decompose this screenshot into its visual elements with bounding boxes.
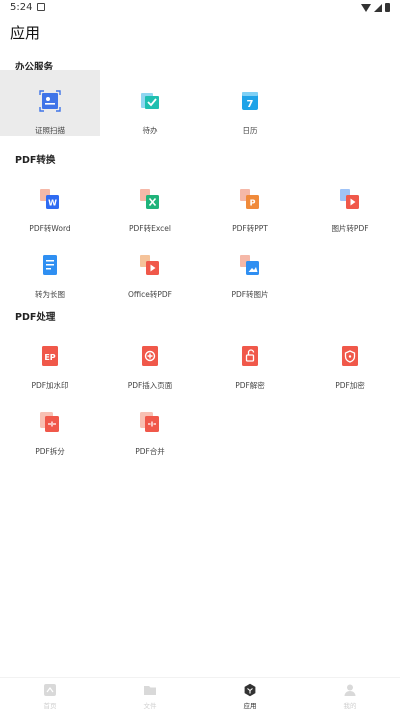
section-title-pdf-process: PDF处理 [15, 312, 56, 323]
pdf-watermark-icon: EP [42, 346, 58, 366]
image-to-pdf-icon [340, 189, 359, 209]
tool-pdf-to-word[interactable]: W PDF转Word [0, 168, 100, 234]
tool-label: PDF转图片 [231, 290, 269, 299]
folder-icon [144, 686, 156, 695]
tool-label: 日历 [242, 126, 258, 135]
pdf-to-word-icon: W [40, 189, 59, 209]
tool-pdf-to-ppt[interactable]: P PDF转PPT [200, 168, 300, 234]
tool-pdf-merge[interactable]: PDF合并 [100, 391, 200, 457]
tool-to-long-image[interactable]: 转为长图 [0, 234, 100, 300]
tool-label: PDF合并 [135, 447, 165, 456]
tool-label: PDF拆分 [35, 447, 65, 456]
pdf-to-ppt-icon: P [240, 189, 259, 209]
tool-label: PDF插入页面 [127, 381, 173, 390]
notification-icon [37, 3, 45, 11]
svg-text:EP: EP [44, 353, 55, 362]
tool-label: PDF转Word [29, 224, 71, 233]
pdf-process-grid: EP PDF加水印 PDF插入页面 PDF解密 PDF加密 PDF拆分 PDF合… [0, 325, 400, 457]
tool-image-to-pdf[interactable]: 图片转PDF [300, 168, 400, 234]
apps-icon [244, 683, 256, 697]
battery-icon [385, 3, 390, 12]
tab-profile[interactable]: 我的 [300, 678, 400, 711]
signal-icon [374, 3, 382, 12]
tab-files[interactable]: 文件 [100, 678, 200, 711]
tool-pdf-insert-page[interactable]: PDF插入页面 [100, 325, 200, 391]
status-bar: 5:24 [0, 0, 400, 16]
tool-pdf-split[interactable]: PDF拆分 [0, 391, 100, 457]
bottom-tab-bar: 首页 文件 应用 我的 [0, 677, 400, 711]
tab-label: 应用 [243, 702, 257, 710]
todo-icon [141, 93, 159, 109]
pdf-convert-grid: W PDF转Word PDF转Excel P PDF转PPT 图片转PDF 转为… [0, 168, 400, 300]
page-title: 应用 [10, 24, 41, 42]
pdf-encrypt-icon [342, 346, 358, 366]
tab-home[interactable]: 首页 [0, 678, 100, 711]
tool-label: 图片转PDF [331, 224, 369, 233]
tab-label: 首页 [43, 702, 57, 710]
tool-pdf-encrypt[interactable]: PDF加密 [300, 325, 400, 391]
tool-label: PDF解密 [235, 381, 265, 390]
tool-id-scan[interactable]: 证照扫描 [0, 70, 100, 136]
tool-label: 待办 [142, 126, 158, 135]
pdf-split-icon [40, 412, 59, 432]
calendar-icon: 7 [242, 92, 258, 110]
profile-icon [344, 684, 356, 696]
tool-label: Office转PDF [127, 290, 172, 299]
tool-label: PDF加密 [335, 381, 365, 390]
to-long-image-icon [43, 255, 57, 275]
tool-label: PDF转Excel [129, 224, 171, 233]
office-to-pdf-icon [140, 255, 159, 275]
svg-text:W: W [48, 199, 57, 208]
pdf-merge-icon [140, 412, 159, 432]
calendar-day: 7 [247, 99, 254, 110]
tool-label: PDF转PPT [232, 224, 268, 233]
tool-label: 证照扫描 [35, 126, 65, 135]
section-title-pdf-convert: PDF转换 [15, 155, 56, 166]
tab-label: 文件 [143, 702, 157, 710]
tool-pdf-decrypt[interactable]: PDF解密 [200, 325, 300, 391]
tab-apps[interactable]: 应用 [200, 678, 300, 711]
tool-todo[interactable]: 待办 [100, 70, 200, 136]
status-indicators [361, 3, 390, 12]
tool-label: 转为长图 [35, 290, 65, 299]
pdf-decrypt-icon [242, 346, 258, 366]
wifi-icon [361, 3, 371, 12]
tab-label: 我的 [343, 702, 357, 710]
pdf-to-excel-icon [140, 189, 159, 209]
tool-office-to-pdf[interactable]: Office转PDF [100, 234, 200, 300]
status-time: 5:24 [10, 2, 33, 13]
office-services-grid: 证照扫描 待办 7 日历 [0, 70, 400, 136]
tool-label: PDF加水印 [31, 381, 69, 390]
svg-text:P: P [250, 199, 256, 208]
pdf-to-image-icon [240, 255, 259, 275]
id-scan-icon [39, 90, 61, 112]
tool-calendar[interactable]: 7 日历 [200, 70, 300, 136]
pdf-insert-page-icon [142, 346, 158, 366]
home-icon [44, 684, 56, 696]
tool-pdf-watermark[interactable]: EP PDF加水印 [0, 325, 100, 391]
tool-pdf-to-excel[interactable]: PDF转Excel [100, 168, 200, 234]
tool-pdf-to-image[interactable]: PDF转图片 [200, 234, 300, 300]
